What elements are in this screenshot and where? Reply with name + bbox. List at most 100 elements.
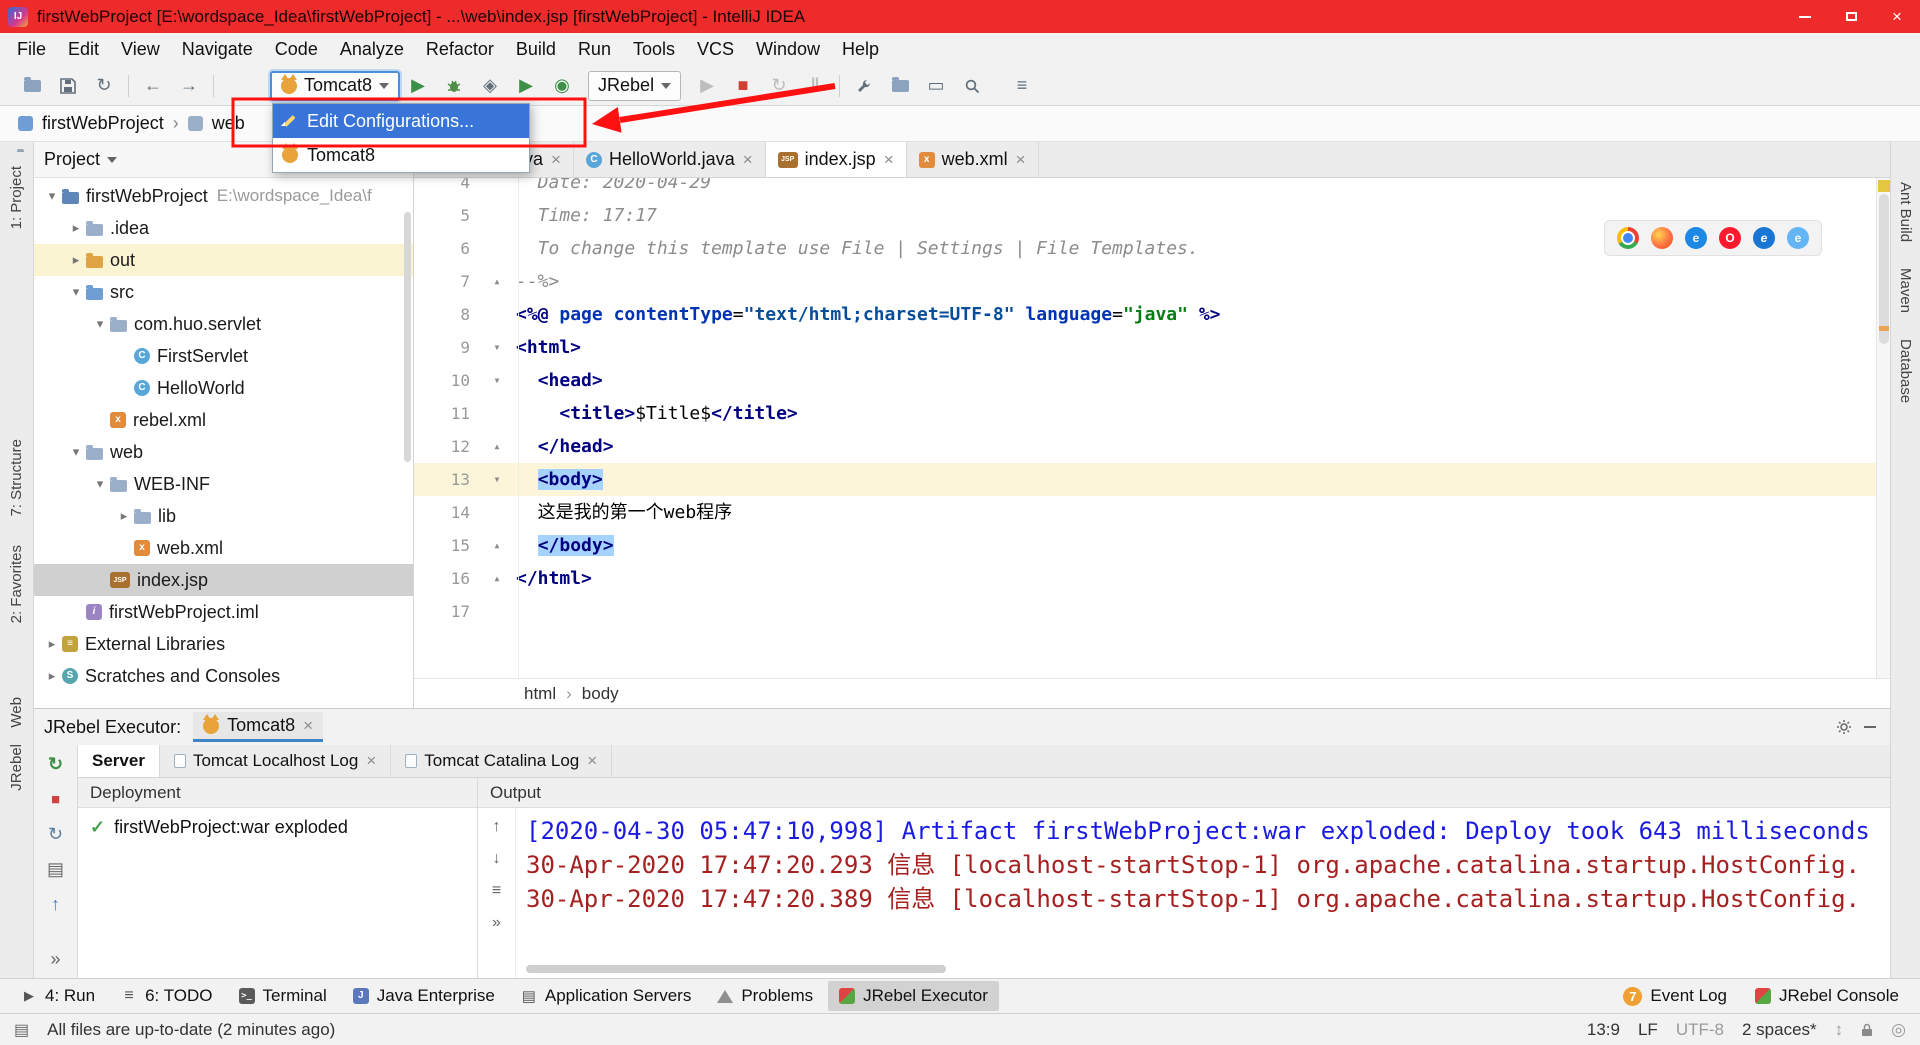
chrome-icon[interactable]	[1617, 227, 1639, 249]
layout-icon[interactable]	[44, 858, 68, 880]
save-all-icon[interactable]	[50, 71, 86, 101]
tab-server[interactable]: Server	[78, 745, 160, 777]
menu-item-edit-configurations[interactable]: Edit Configurations...	[273, 104, 529, 138]
tree-toggle-icon[interactable]	[114, 508, 134, 524]
forward-icon[interactable]	[171, 71, 207, 101]
tree-item-index-jsp[interactable]: JSPindex.jsp	[34, 564, 413, 596]
tree-toggle-icon[interactable]	[66, 284, 86, 300]
tree-item-src[interactable]: src	[34, 276, 413, 308]
tree-toggle-icon[interactable]	[66, 252, 86, 268]
tree-item-firstservlet[interactable]: CFirstServlet	[34, 340, 413, 372]
editor-scrollbar[interactable]	[1876, 178, 1890, 678]
close-tab-icon[interactable]	[1016, 150, 1026, 170]
scroll-up-icon[interactable]	[485, 816, 509, 838]
tree-item-web[interactable]: web	[34, 436, 413, 468]
open-file-icon[interactable]	[14, 71, 50, 101]
deployment-icon[interactable]	[882, 71, 918, 101]
fold-icon[interactable]	[482, 265, 512, 298]
toolwindow-terminal[interactable]: Terminal	[228, 981, 338, 1011]
close-button[interactable]: ×	[1874, 0, 1920, 33]
breadcrumb-web[interactable]: web	[212, 113, 245, 134]
tree-item-helloworld[interactable]: CHelloWorld	[34, 372, 413, 404]
project-panel-title[interactable]: Project	[44, 149, 100, 170]
menu-help[interactable]: Help	[831, 36, 890, 63]
stripe-1-project[interactable]: 1: Project	[8, 166, 25, 229]
back-icon[interactable]	[135, 71, 171, 101]
minimize-button[interactable]	[1782, 0, 1828, 33]
inspections-icon[interactable]: ◎	[1891, 1020, 1906, 1040]
close-tab-icon[interactable]	[587, 751, 597, 771]
menu-view[interactable]: View	[110, 36, 171, 63]
run-configuration-select[interactable]: Tomcat8	[270, 71, 400, 101]
menu-vcs[interactable]: VCS	[686, 36, 745, 63]
toolwindow-jrebel-console[interactable]: JRebel Console	[1744, 981, 1910, 1011]
caret-position[interactable]: 13:9	[1587, 1020, 1620, 1040]
deployment-item[interactable]: ✓firstWebProject:war exploded	[78, 812, 477, 842]
fold-icon[interactable]	[482, 562, 512, 595]
menu-navigate[interactable]: Navigate	[171, 36, 264, 63]
menu-file[interactable]: File	[6, 36, 57, 63]
fold-icon[interactable]	[482, 331, 512, 364]
column-mode-icon[interactable]: ↕	[1835, 1020, 1844, 1040]
toolwindow-application-servers[interactable]: Application Servers	[510, 981, 702, 1011]
synchronize-icon[interactable]	[86, 71, 122, 101]
breadcrumb-body[interactable]: body	[582, 684, 619, 704]
soft-wrap-icon[interactable]	[485, 880, 509, 902]
redeploy-icon[interactable]	[44, 823, 68, 845]
tree-item-firstwebproject[interactable]: firstWebProjectE:\wordspace_Idea\f	[34, 180, 413, 212]
toolwindow-4-run[interactable]: 4: Run	[10, 981, 106, 1011]
console-output[interactable]: [2020-04-30 05:47:10,998] Artifact first…	[516, 808, 1890, 978]
close-tab-icon[interactable]	[743, 150, 753, 170]
run-with-coverage-icon[interactable]	[472, 71, 508, 101]
tab-index-jsp[interactable]: JSPindex.jsp	[766, 142, 907, 177]
toolwindow-toggle-icon[interactable]: ▤	[14, 1020, 29, 1040]
menu-item-tomcat8[interactable]: Tomcat8	[273, 138, 529, 172]
tree-item-external-libraries[interactable]: ≡External Libraries	[34, 628, 413, 660]
edge-icon[interactable]	[1685, 227, 1707, 249]
jrebel-debug-icon[interactable]	[544, 71, 580, 101]
run-icon[interactable]	[400, 71, 436, 101]
fold-icon[interactable]	[482, 463, 512, 496]
tree-toggle-icon[interactable]	[90, 476, 110, 492]
fold-icon[interactable]	[482, 364, 512, 397]
wrench-icon[interactable]	[846, 71, 882, 101]
tree-item-lib[interactable]: lib	[34, 500, 413, 532]
tab-helloworld-java[interactable]: CHelloWorld.java	[574, 142, 766, 177]
rerun-server-icon[interactable]	[44, 753, 68, 775]
menu-run[interactable]: Run	[567, 36, 622, 63]
tree-item-rebel-xml[interactable]: xrebel.xml	[34, 404, 413, 436]
fold-icon[interactable]	[482, 529, 512, 562]
hide-panel-icon[interactable]	[1864, 726, 1876, 728]
tree-item-firstwebproject-iml[interactable]: ifirstWebProject.iml	[34, 596, 413, 628]
stripe-database[interactable]: Database	[1897, 339, 1914, 403]
stripe-2-favorites[interactable]: 2: Favorites	[8, 545, 25, 623]
tree-toggle-icon[interactable]	[90, 316, 110, 332]
attach-debugger-icon[interactable]	[689, 71, 725, 101]
edge-beta-icon[interactable]	[1787, 227, 1809, 249]
menu-code[interactable]: Code	[264, 36, 329, 63]
tab-tomcat-localhost-log[interactable]: Tomcat Localhost Log	[160, 745, 391, 777]
tab-web-xml[interactable]: xweb.xml	[907, 142, 1039, 177]
scroll-down-icon[interactable]	[485, 848, 509, 870]
toolwindow-jrebel-executor[interactable]: JRebel Executor	[828, 981, 999, 1011]
tree-item-com-huo-servlet[interactable]: com.huo.servlet	[34, 308, 413, 340]
menu-edit[interactable]: Edit	[57, 36, 110, 63]
debug-icon[interactable]	[436, 71, 472, 101]
tree-toggle-icon[interactable]	[66, 444, 86, 460]
indent-setting[interactable]: 2 spaces*	[1742, 1020, 1817, 1040]
lock-icon[interactable]	[1861, 1023, 1873, 1037]
menu-refactor[interactable]: Refactor	[415, 36, 505, 63]
fold-icon[interactable]	[482, 430, 512, 463]
toolwindow-java-enterprise[interactable]: Java Enterprise	[342, 981, 506, 1011]
pause-icon[interactable]	[797, 71, 833, 101]
menu-build[interactable]: Build	[505, 36, 567, 63]
menu-window[interactable]: Window	[745, 36, 831, 63]
jump-to-toolwindow-icon[interactable]	[1004, 71, 1040, 101]
stripe-ant-build[interactable]: Ant Build	[1897, 182, 1914, 242]
toolwindow-6-todo[interactable]: 6: TODO	[110, 981, 223, 1011]
tree-item-scratches-and-consoles[interactable]: SScratches and Consoles	[34, 660, 413, 692]
restore-layout-icon[interactable]	[918, 71, 954, 101]
internet-explorer-icon[interactable]	[1753, 227, 1775, 249]
more-options-icon[interactable]	[485, 912, 509, 934]
jrebel-agent-select[interactable]: JReb­el	[588, 71, 681, 101]
